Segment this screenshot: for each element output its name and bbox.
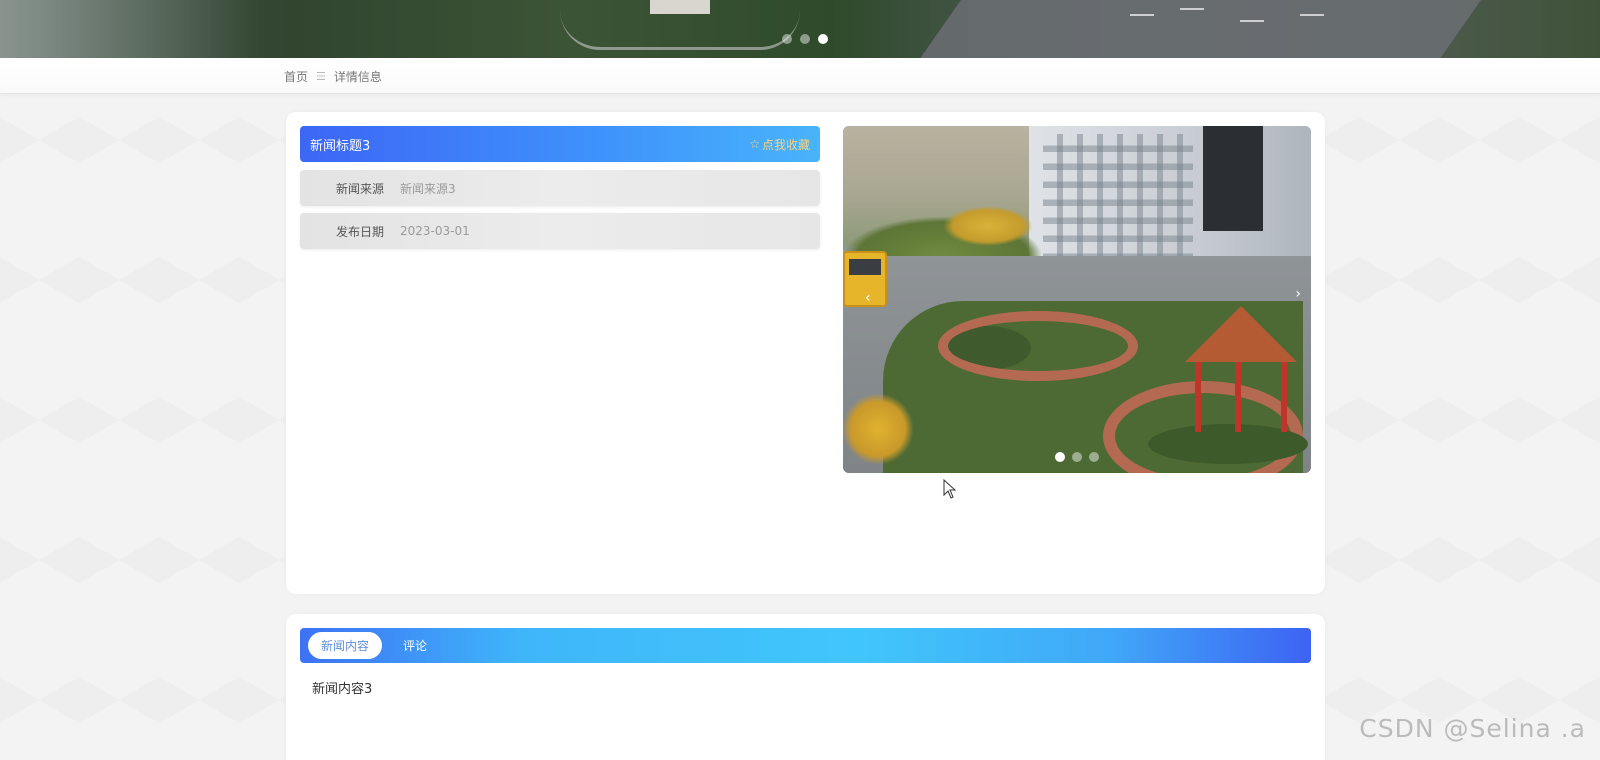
banner-lane-mark — [1240, 20, 1264, 22]
carousel-image-pavilion — [1195, 362, 1287, 432]
info-row-date: 发布日期 2023-03-01 — [300, 213, 820, 249]
carousel-image-pavilion-pillar — [1235, 362, 1241, 432]
carousel-image-bush — [843, 394, 913, 464]
banner-haze — [0, 0, 260, 58]
star-outline-icon: ☆ — [749, 137, 760, 151]
banner-path — [560, 10, 800, 50]
carousel-next-icon[interactable]: › — [1295, 286, 1301, 302]
banner-lane-mark — [1180, 8, 1204, 10]
carousel-dot[interactable] — [1072, 452, 1082, 462]
breadcrumb-home[interactable]: 首页 — [284, 68, 308, 85]
field-label: 新闻来源 — [335, 181, 384, 196]
top-banner — [0, 0, 1600, 58]
field-label: 发布日期 — [335, 224, 384, 239]
watermark: CSDN @Selina .a — [1359, 714, 1586, 743]
content-card: 新闻内容 评论 新闻内容3 — [286, 614, 1325, 760]
banner-dot-active[interactable] — [818, 34, 828, 44]
carousel-prev-icon[interactable]: ‹ — [865, 290, 871, 306]
banner-dot[interactable] — [782, 34, 792, 44]
breadcrumb-current: 详情信息 — [333, 70, 382, 84]
content-tab-bar: 新闻内容 评论 — [300, 628, 1311, 663]
carousel-image-pavilion-roof — [1185, 306, 1297, 362]
tab-comments[interactable]: 评论 — [390, 632, 440, 659]
breadcrumb: 首页 ☰ 详情信息 — [284, 68, 382, 85]
news-title: 新闻标题3 — [310, 138, 371, 154]
news-content-body: 新闻内容3 — [312, 682, 373, 697]
carousel-dots — [1055, 452, 1099, 462]
carousel-image-path — [938, 311, 1138, 381]
favorite-label: 点我收藏 — [761, 137, 810, 152]
info-row-source: 新闻来源 新闻来源3 — [300, 170, 820, 206]
favorite-button[interactable]: ☆ 点我收藏 — [749, 136, 810, 153]
field-value: 新闻来源3 — [400, 181, 456, 196]
field-value: 2023-03-01 — [400, 224, 470, 238]
carousel-dot[interactable] — [1089, 452, 1099, 462]
carousel-image-sign — [1203, 126, 1263, 231]
detail-card: 新闻标题3 ☆ 点我收藏 新闻来源 新闻来源3 发布日期 2023-03-01 … — [286, 112, 1325, 594]
tab-news-content[interactable]: 新闻内容 — [308, 632, 383, 659]
carousel-image-yellow-trees — [943, 206, 1033, 246]
banner-building — [650, 0, 710, 14]
banner-dot[interactable] — [800, 34, 810, 44]
banner-lane-mark — [1300, 14, 1324, 16]
news-title-bar: 新闻标题3 ☆ 点我收藏 — [300, 126, 820, 162]
banner-lane-mark — [1130, 14, 1154, 16]
banner-carousel-dots — [782, 34, 828, 44]
breadcrumb-bar: 首页 ☰ 详情信息 — [0, 58, 1600, 94]
carousel-image-windows — [1043, 134, 1193, 264]
carousel-dot-active[interactable] — [1055, 452, 1065, 462]
breadcrumb-separator-icon: ☰ — [316, 70, 326, 83]
image-carousel[interactable]: ‹ › — [843, 126, 1311, 473]
